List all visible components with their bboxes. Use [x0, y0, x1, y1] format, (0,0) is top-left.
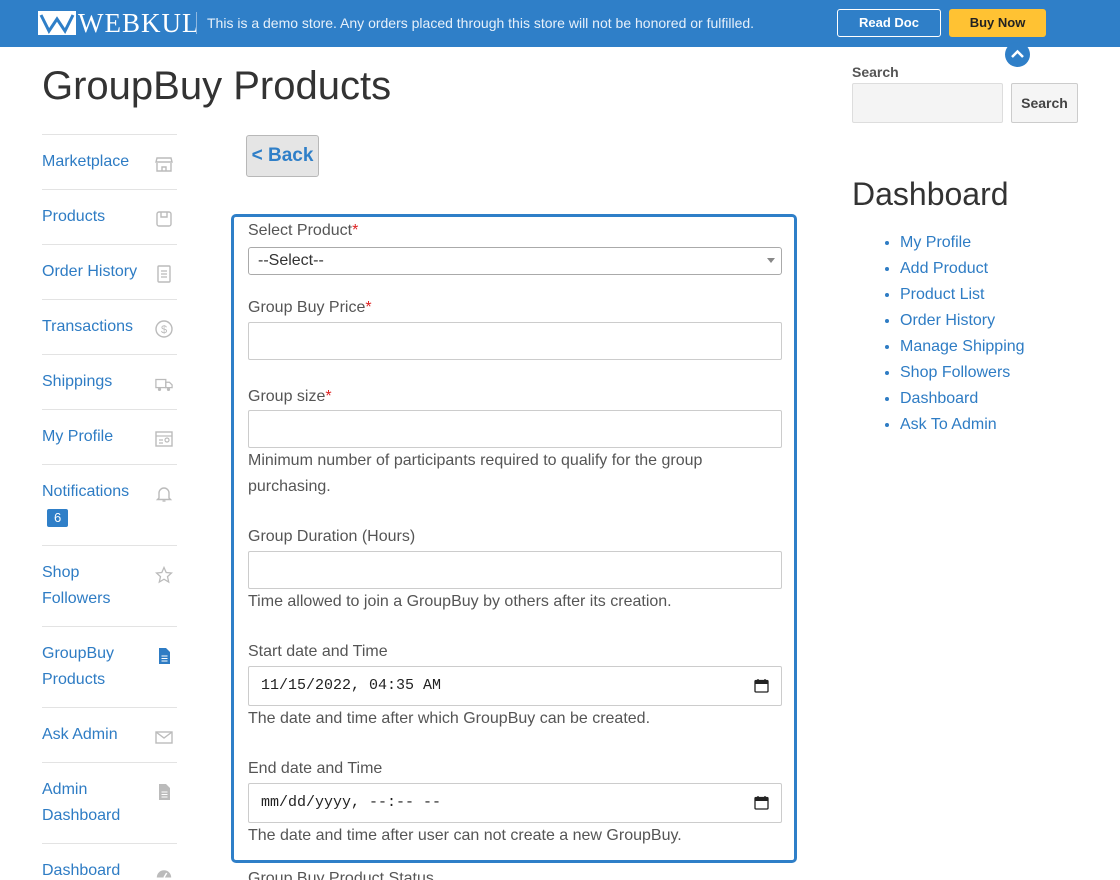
sidebar-item-transactions[interactable]: Transactions $ [42, 299, 177, 354]
sidebar-item-shop-followers[interactable]: Shop Followers [42, 545, 177, 626]
sidebar-item-label: GroupBuy Products [42, 645, 115, 688]
sidebar-item-my-profile[interactable]: My Profile [42, 409, 177, 464]
storefront-icon [155, 157, 173, 172]
dashboard-links: My Profile Add Product Product List Orde… [900, 230, 1025, 438]
logo-text: WEBKUL [78, 8, 200, 38]
group-duration-input[interactable] [248, 551, 782, 589]
sidebar-item-dashboard[interactable]: Dashboard [42, 843, 177, 880]
required-marker: * [365, 299, 372, 316]
dashboard-link-my-profile[interactable]: My Profile [900, 230, 1025, 256]
required-marker: * [325, 388, 332, 405]
sidebar-item-label: Products [42, 208, 106, 225]
search-button[interactable]: Search [1011, 83, 1078, 123]
group-duration-label: Group Duration (Hours) [248, 528, 416, 545]
sidebar-item-notifications[interactable]: Notifications 6 [42, 464, 177, 545]
sidebar-item-label: Marketplace [42, 153, 130, 170]
end-datetime-help: The date and time after user can not cre… [248, 827, 682, 844]
group-buy-price-label-text: Group Buy Price [248, 299, 366, 316]
document-icon [157, 265, 171, 283]
gauge-icon [156, 870, 172, 878]
profile-card-icon [155, 431, 173, 447]
dashboard-link-product-list[interactable]: Product List [900, 282, 1025, 308]
svg-text:$: $ [161, 324, 167, 336]
scroll-to-top-button[interactable] [1005, 42, 1030, 67]
envelope-icon [155, 731, 173, 744]
dashboard-link-order-history[interactable]: Order History [900, 308, 1025, 334]
sidebar-item-label: Notifications [42, 483, 130, 500]
buy-now-button[interactable]: Buy Now [949, 9, 1046, 37]
sidebar-item-products[interactable]: Products [42, 189, 177, 244]
dashboard-link-manage-shipping[interactable]: Manage Shipping [900, 334, 1025, 360]
search-input[interactable] [852, 83, 1003, 123]
dashboard-link-ask-to-admin[interactable]: Ask To Admin [900, 412, 1025, 438]
demo-notice: This is a demo store. Any orders placed … [207, 15, 755, 31]
start-datetime-label: Start date and Time [248, 643, 388, 660]
chevron-down-icon [767, 258, 775, 263]
sidebar-item-label: Transactions [42, 318, 133, 335]
dashboard-link-shop-followers[interactable]: Shop Followers [900, 360, 1025, 386]
sidebar-item-label: Dashboard [42, 862, 121, 879]
group-buy-price-input[interactable] [248, 322, 782, 360]
sidebar-item-label: Ask Admin [42, 726, 118, 743]
sidebar-item-admin-dashboard[interactable]: Admin Dashboard [42, 762, 177, 843]
group-size-label-text: Group size [248, 388, 326, 405]
sidebar-item-ask-admin[interactable]: Ask Admin [42, 707, 177, 762]
dashboard-link-dashboard[interactable]: Dashboard [900, 386, 1025, 412]
bell-icon [155, 487, 173, 502]
sidebar-item-label: Order History [42, 263, 138, 280]
start-datetime-help: The date and time after which GroupBuy c… [248, 710, 651, 727]
dashboard-link-add-product[interactable]: Add Product [900, 256, 1025, 282]
sidebar-item-label: Shop Followers [42, 564, 111, 607]
read-doc-button[interactable]: Read Doc [837, 9, 941, 37]
search-label: Search [852, 64, 899, 80]
sidebar-item-marketplace[interactable]: Marketplace [42, 134, 177, 189]
banner-divider [196, 12, 197, 34]
webkul-logo[interactable]: WEBKUL [38, 8, 200, 38]
select-product-value: --Select-- [258, 252, 324, 269]
truck-icon [155, 378, 173, 392]
sidebar-item-label: Shippings [42, 373, 113, 390]
end-datetime-label: End date and Time [248, 760, 383, 777]
sidebar-item-shippings[interactable]: Shippings [42, 354, 177, 409]
group-size-help: Minimum number of participants required … [248, 452, 703, 495]
start-datetime-value: 11/15/2022, 04:35 AM [261, 677, 442, 694]
required-marker: * [352, 222, 359, 239]
product-box-icon [156, 211, 172, 227]
select-product-label-text: Select Product [248, 222, 353, 239]
file-icon [159, 784, 170, 800]
seller-sidebar: Marketplace Products Order History Trans… [42, 134, 177, 880]
file-icon [159, 648, 170, 664]
group-size-input[interactable] [248, 410, 782, 448]
end-datetime-input[interactable]: mm/dd/yyyy, --:-- -- [248, 783, 782, 823]
sidebar-item-label: Admin Dashboard [42, 781, 121, 824]
star-icon [155, 566, 173, 584]
back-button[interactable]: < Back [246, 135, 319, 177]
notification-count-badge: 6 [47, 509, 69, 527]
chevron-up-icon [1011, 49, 1024, 58]
group-duration-help: Time allowed to join a GroupBuy by other… [248, 593, 672, 610]
page-title: GroupBuy Products [42, 64, 392, 108]
calendar-icon[interactable] [754, 678, 769, 693]
sidebar-item-order-history[interactable]: Order History [42, 244, 177, 299]
webkul-logo-mark-icon [38, 11, 76, 35]
end-datetime-value: mm/dd/yyyy, --:-- -- [261, 794, 442, 811]
dashboard-widget-title: Dashboard [852, 176, 1009, 212]
select-product-label: Select Product* [248, 222, 358, 240]
group-buy-price-label: Group Buy Price* [248, 299, 372, 317]
groupbuy-status-label: Group Buy Product Status [248, 870, 434, 880]
demo-banner: WEBKUL This is a demo store. Any orders … [0, 0, 1120, 47]
dollar-icon: $ [155, 320, 173, 338]
sidebar-item-label: My Profile [42, 428, 114, 445]
calendar-icon[interactable] [754, 795, 769, 810]
sidebar-item-groupbuy-products[interactable]: GroupBuy Products [42, 626, 177, 707]
select-product-dropdown[interactable]: --Select-- [248, 247, 782, 275]
start-datetime-input[interactable]: 11/15/2022, 04:35 AM [248, 666, 782, 706]
group-size-label: Group size* [248, 388, 332, 406]
